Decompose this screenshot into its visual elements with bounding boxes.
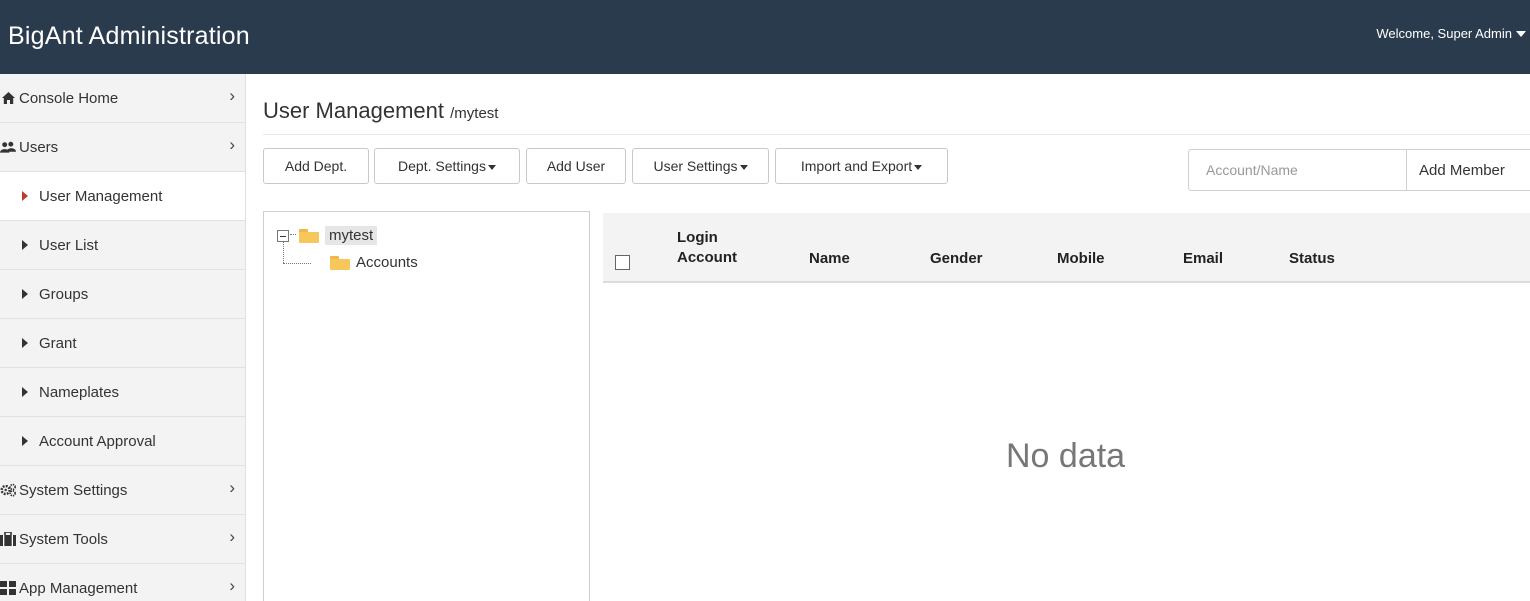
user-settings-button[interactable]: User Settings bbox=[632, 148, 769, 184]
app-title: BigAnt Administration bbox=[8, 22, 250, 50]
folder-icon bbox=[299, 228, 319, 243]
chevron-right-icon: › bbox=[229, 478, 235, 497]
sidebar-item-console-home[interactable]: Console Home › bbox=[0, 74, 245, 123]
sidebar-item-label: Console Home bbox=[19, 89, 119, 107]
select-all-checkbox[interactable] bbox=[615, 255, 630, 270]
sidebar-item-label: System Settings bbox=[19, 481, 128, 499]
column-header-line: Account bbox=[677, 249, 737, 266]
chevron-right-icon: › bbox=[229, 135, 235, 154]
button-label: Dept. Settings bbox=[398, 158, 486, 174]
grid-icon bbox=[0, 580, 16, 596]
column-header-line: Login bbox=[677, 229, 718, 246]
caret-down-icon bbox=[914, 164, 923, 170]
title-divider bbox=[263, 134, 1530, 135]
caret-right-icon bbox=[22, 240, 28, 250]
button-label: User Settings bbox=[653, 158, 738, 174]
tree-connector bbox=[283, 263, 311, 264]
column-header-gender[interactable]: Gender bbox=[930, 250, 983, 267]
caret-down-icon bbox=[1516, 31, 1526, 37]
sidebar-subitem-label: User List bbox=[39, 236, 99, 254]
home-icon bbox=[0, 90, 16, 106]
button-label: Import and Export bbox=[800, 158, 913, 174]
button-label: Add Dept. bbox=[284, 158, 348, 174]
caret-right-icon bbox=[22, 289, 28, 299]
sidebar-subitem-nameplates[interactable]: Nameplates bbox=[0, 368, 245, 417]
tree-node-label: Accounts bbox=[356, 254, 418, 271]
column-header-status[interactable]: Status bbox=[1289, 250, 1335, 267]
dept-settings-button[interactable]: Dept. Settings bbox=[374, 148, 520, 184]
chevron-right-icon: › bbox=[229, 527, 235, 546]
sidebar-item-app-management[interactable]: App Management › bbox=[0, 564, 245, 601]
tree-node-label: mytest bbox=[325, 226, 378, 245]
account-search-input[interactable] bbox=[1188, 149, 1407, 191]
caret-down-icon bbox=[739, 164, 748, 170]
page-title: User Management /mytest bbox=[263, 98, 498, 124]
caret-right-icon bbox=[22, 338, 28, 348]
welcome-text: Welcome, Super Admin bbox=[1376, 26, 1512, 41]
tree-node-root[interactable]: mytest bbox=[277, 226, 378, 245]
column-header-login-account[interactable]: Login Account bbox=[677, 228, 737, 268]
column-header-mobile[interactable]: Mobile bbox=[1057, 250, 1105, 267]
caret-right-icon bbox=[22, 436, 28, 446]
users-table-header: Login Account Name Gender Mobile Email S… bbox=[603, 213, 1530, 283]
current-dept-path: /mytest bbox=[450, 105, 499, 122]
sidebar-item-system-tools[interactable]: System Tools › bbox=[0, 515, 245, 564]
sidebar-item-system-settings[interactable]: System Settings › bbox=[0, 466, 245, 515]
add-user-button[interactable]: Add User bbox=[526, 148, 626, 184]
sidebar-subitem-user-management[interactable]: User Management bbox=[0, 172, 245, 221]
collapse-icon[interactable] bbox=[277, 229, 289, 242]
sidebar-subitem-label: User Management bbox=[39, 187, 163, 205]
button-label: Add User bbox=[546, 158, 606, 174]
sidebar-subitem-account-approval[interactable]: Account Approval bbox=[0, 417, 245, 466]
import-export-button[interactable]: Import and Export bbox=[775, 148, 948, 184]
sidebar-subitem-user-list[interactable]: User List bbox=[0, 221, 245, 270]
folder-icon bbox=[330, 255, 350, 270]
top-header: BigAnt Administration Welcome, Super Adm… bbox=[0, 0, 1530, 74]
sidebar-subitem-label: Groups bbox=[39, 285, 89, 303]
toolbox-icon bbox=[0, 531, 16, 547]
chevron-right-icon: › bbox=[229, 86, 235, 105]
tree-node-accounts[interactable]: Accounts bbox=[330, 254, 418, 271]
add-dept-button[interactable]: Add Dept. bbox=[263, 148, 369, 184]
caret-right-icon bbox=[22, 191, 28, 201]
caret-right-icon bbox=[22, 387, 28, 397]
sidebar-item-users[interactable]: Users › bbox=[0, 123, 245, 172]
page-title-text: User Management bbox=[263, 98, 444, 123]
caret-down-icon bbox=[487, 164, 496, 170]
gears-icon bbox=[0, 482, 16, 498]
sidebar-subitem-groups[interactable]: Groups bbox=[0, 270, 245, 319]
sidebar-subitem-label: Account Approval bbox=[39, 432, 156, 450]
column-header-name[interactable]: Name bbox=[809, 250, 850, 267]
column-header-email[interactable]: Email bbox=[1183, 250, 1223, 267]
user-menu[interactable]: Welcome, Super Admin bbox=[1376, 26, 1526, 41]
sidebar-item-label: App Management bbox=[19, 579, 138, 597]
empty-table-message: No data bbox=[1006, 437, 1126, 475]
users-icon bbox=[0, 139, 16, 155]
add-member-button[interactable]: Add Member bbox=[1406, 149, 1530, 191]
chevron-right-icon: › bbox=[229, 576, 235, 595]
sidebar-item-label: System Tools bbox=[19, 530, 108, 548]
sidebar: Console Home › Users › User Management U… bbox=[0, 74, 246, 601]
department-tree-panel bbox=[263, 211, 590, 601]
sidebar-subitem-label: Nameplates bbox=[39, 383, 120, 401]
sidebar-item-label: Users bbox=[19, 138, 59, 156]
sidebar-subitem-grant[interactable]: Grant bbox=[0, 319, 245, 368]
sidebar-subitem-label: Grant bbox=[39, 334, 77, 352]
